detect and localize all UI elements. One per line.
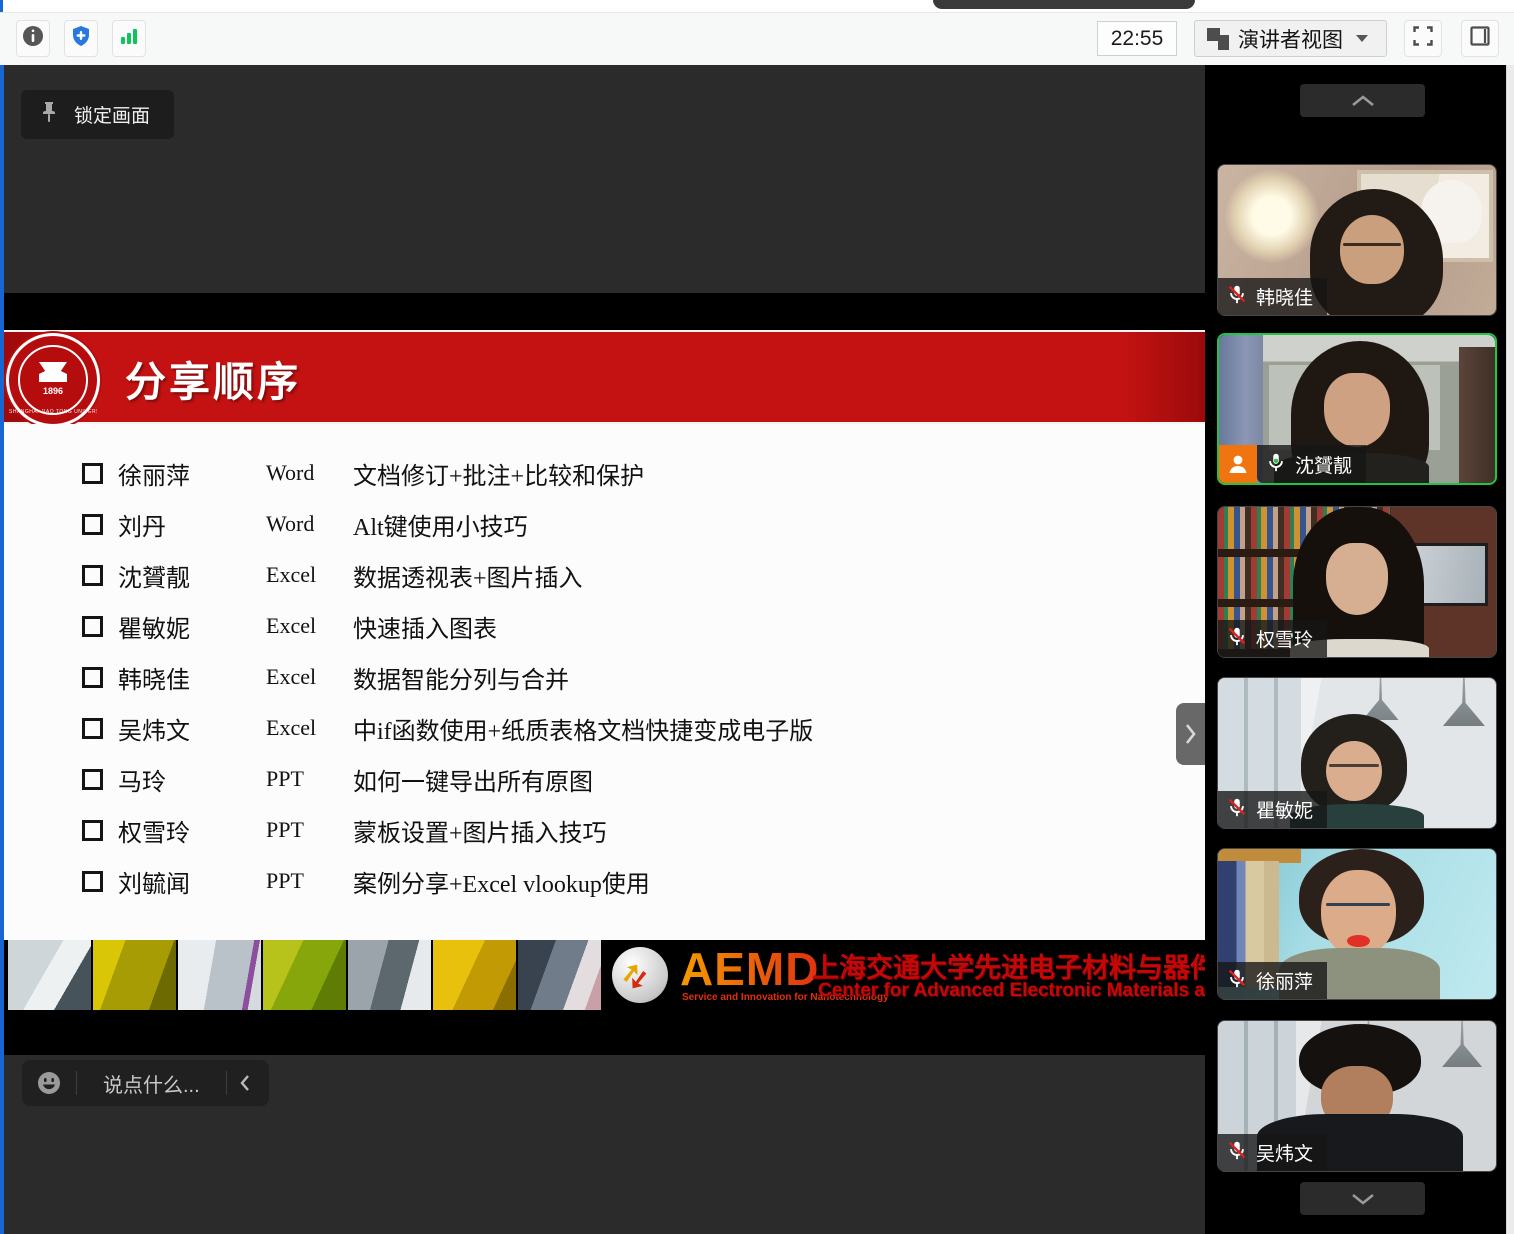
hidden-control-bar-edge (933, 0, 1195, 9)
slide-row: 刘毓闻PPT案例分享+Excel vlookup使用 (82, 858, 650, 904)
checkbox-bullet-icon (82, 565, 103, 586)
slide-row: 韩晓佳Excel数据智能分列与合并 (82, 654, 569, 700)
info-icon (22, 25, 44, 52)
participant-tile[interactable]: 吴炜文 (1217, 1020, 1497, 1172)
sjtu-logo: 1896 SHANGHAI JIAO TONG UNIVERSITY (6, 333, 100, 427)
mic-muted-icon (1226, 1139, 1248, 1166)
fullscreen-button[interactable] (1404, 20, 1442, 57)
participants-panel: 韩晓佳 沈贇靓 (1205, 65, 1514, 1234)
checkbox-bullet-icon (82, 463, 103, 484)
participant-tile-active-speaker[interactable]: 沈贇靓 (1217, 333, 1497, 485)
slide-row: 徐丽萍Word文档修订+批注+比较和保护 (82, 450, 644, 496)
chevron-down-icon (1350, 1192, 1376, 1206)
mic-muted-icon (1226, 967, 1248, 994)
fullscreen-icon (1413, 26, 1433, 51)
clock-display: 22:55 (1097, 21, 1177, 56)
cleanroom-photo (348, 940, 431, 1010)
collapse-chat-button[interactable] (227, 1074, 263, 1092)
cleanroom-photo (433, 940, 516, 1010)
slide-row: 吴炜文Excel中if函数使用+纸质表格文档快捷变成电子版 (82, 705, 813, 751)
panel-scrollbar[interactable] (1506, 65, 1514, 1234)
participant-tile[interactable]: 权雪玲 (1217, 506, 1497, 658)
participant-nameplate: 徐丽萍 (1218, 962, 1327, 999)
host-badge-icon (1219, 445, 1257, 483)
slide-row: 瞿敏妮Excel快速插入图表 (82, 603, 497, 649)
mic-active-icon (1265, 451, 1287, 478)
shared-slide: 1896 SHANGHAI JIAO TONG UNIVERSITY 分享顺序 … (4, 293, 1205, 1055)
slide-body: 徐丽萍Word文档修订+批注+比较和保护 刘丹WordAlt键使用小技巧 沈贇靓… (4, 424, 1205, 940)
network-status-button[interactable] (112, 20, 146, 57)
participant-nameplate: 沈贇靓 (1219, 445, 1366, 483)
cleanroom-photo (263, 940, 346, 1010)
chat-input[interactable]: 说点什么... (77, 1069, 226, 1098)
checkbox-bullet-icon (82, 769, 103, 790)
meeting-window: 22:55 演讲者视图 锁定画面 (0, 0, 1514, 1234)
slide-row: 马玲PPT如何一键导出所有原图 (82, 756, 593, 802)
chevron-right-icon (1184, 723, 1197, 745)
cleanroom-photo (518, 940, 601, 1010)
side-panel-toggle-button[interactable] (1461, 20, 1499, 57)
chat-quick-bar: 说点什么... (22, 1060, 269, 1106)
slide-footer-strip: ➚➚ AEMD Service and Innovation for Nanot… (4, 940, 1205, 1010)
slide-row: 权雪玲PPT蒙板设置+图片插入技巧 (82, 807, 607, 853)
scroll-down-button[interactable] (1300, 1182, 1425, 1215)
participant-nameplate: 瞿敏妮 (1218, 791, 1327, 828)
participant-nameplate: 权雪玲 (1218, 620, 1327, 657)
slide-row: 沈贇靓Excel数据透视表+图片插入 (82, 552, 583, 598)
checkbox-bullet-icon (82, 616, 103, 637)
aemd-wordmark: AEMD (680, 942, 819, 996)
aemd-logo-icon: ➚➚ (612, 947, 668, 1003)
checkbox-bullet-icon (82, 667, 103, 688)
security-shield-icon (70, 25, 92, 52)
platform-name-en: Center for Advanced Electronic Materials… (818, 980, 1190, 1002)
chevron-up-icon (1350, 94, 1376, 108)
participant-tile[interactable]: 韩晓佳 (1217, 164, 1497, 316)
expand-panel-handle[interactable] (1176, 703, 1205, 765)
titlebar-strip (0, 0, 1514, 13)
checkbox-bullet-icon (82, 871, 103, 892)
slide-row: 刘丹WordAlt键使用小技巧 (82, 501, 528, 547)
participant-nameplate: 韩晓佳 (1218, 278, 1327, 315)
mic-muted-icon (1226, 796, 1248, 823)
layout-grid-icon (1207, 28, 1229, 50)
meeting-info-button[interactable] (16, 20, 50, 57)
left-accent-strip (0, 0, 3, 12)
checkbox-bullet-icon (82, 718, 103, 739)
checkbox-bullet-icon (82, 820, 103, 841)
cleanroom-photo (178, 940, 261, 1010)
mic-muted-icon (1226, 625, 1248, 652)
mic-muted-icon (1226, 283, 1248, 310)
side-panel-icon (1470, 26, 1490, 51)
participant-tile[interactable]: 瞿敏妮 (1217, 677, 1497, 829)
view-mode-button[interactable]: 演讲者视图 (1194, 20, 1387, 57)
scroll-up-button[interactable] (1300, 84, 1425, 117)
cleanroom-photo (93, 940, 176, 1010)
slide-title: 分享顺序 (125, 348, 301, 408)
participant-tile[interactable]: 徐丽萍 (1217, 848, 1497, 1000)
shared-screen-stage: 锁定画面 1896 SHANGHAI JIAO TONG UNIVERSITY … (0, 65, 1205, 1234)
cleanroom-photo (8, 940, 91, 1010)
network-signal-icon (118, 25, 140, 52)
pin-icon (39, 101, 59, 128)
top-toolbar: 22:55 演讲者视图 (0, 0, 1514, 66)
participant-nameplate: 吴炜文 (1218, 1134, 1327, 1171)
checkbox-bullet-icon (82, 514, 103, 535)
emoji-button[interactable] (22, 1070, 76, 1096)
lock-view-button[interactable]: 锁定画面 (21, 90, 174, 139)
caret-down-icon (1356, 35, 1368, 42)
security-button[interactable] (64, 20, 98, 57)
